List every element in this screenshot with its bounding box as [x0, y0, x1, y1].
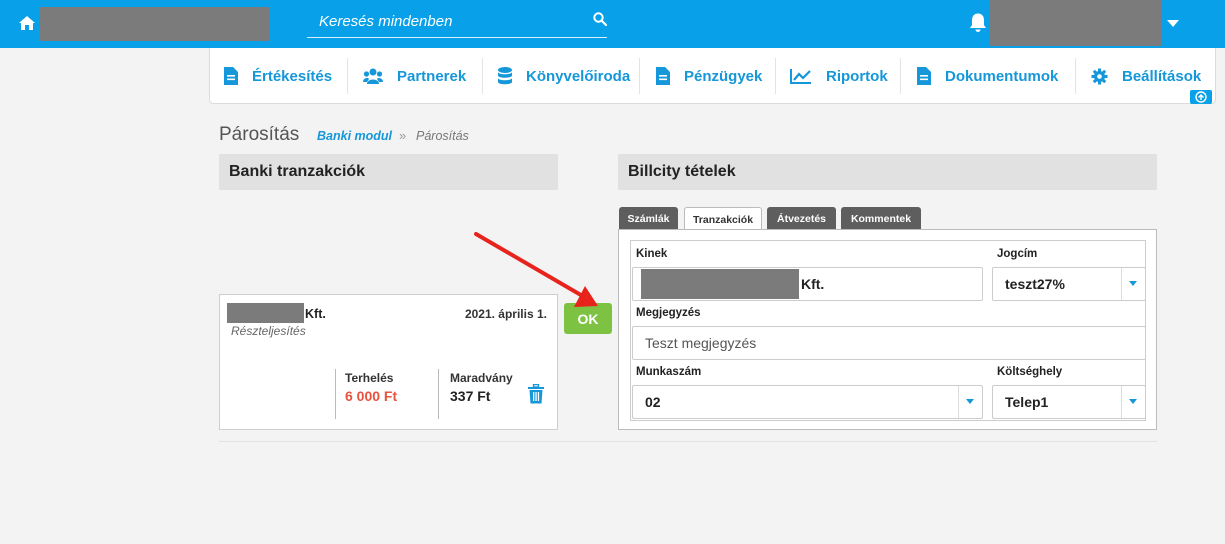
- tab-content: Kinek Kft. Jogcím teszt27% Megjegyzés Te…: [618, 229, 1157, 430]
- search-input[interactable]: Keresés mindenben: [319, 13, 452, 30]
- breadcrumb-link-banki-modul[interactable]: Banki modul: [317, 129, 392, 143]
- chart-line-icon: [790, 69, 811, 84]
- nav-label: Értékesítés: [252, 67, 333, 85]
- trash-icon[interactable]: [528, 384, 544, 404]
- divider: [335, 369, 336, 419]
- redacted-company-name: [40, 7, 270, 41]
- search-field[interactable]: Keresés mindenben: [307, 6, 607, 38]
- main-nav: Értékesítés Partnerek Könyvelőiroda Pénz…: [209, 48, 1216, 104]
- koltseghely-select[interactable]: Telep1: [992, 385, 1146, 419]
- jogcim-value: teszt27%: [1005, 276, 1065, 292]
- tab-tranzakciok[interactable]: Tranzakciók: [684, 207, 762, 231]
- transaction-form: Kinek Kft. Jogcím teszt27% Megjegyzés Te…: [630, 240, 1146, 421]
- redacted-partner-name: [227, 303, 304, 323]
- kinek-field[interactable]: Kft.: [632, 267, 983, 301]
- nav-item-konyveloiroda[interactable]: Könyvelőiroda: [498, 48, 630, 104]
- chevron-down-icon[interactable]: [1167, 20, 1179, 27]
- divider: [639, 58, 640, 94]
- remaining-label: Maradvány: [450, 371, 513, 385]
- charge-label: Terhelés: [345, 371, 394, 385]
- nav-label: Pénzügyek: [684, 67, 763, 85]
- nav-item-dokumentumok[interactable]: Dokumentumok: [917, 48, 1058, 104]
- nav-item-partnerek[interactable]: Partnerek: [363, 48, 466, 104]
- billcity-items-header: Billcity tételek: [618, 154, 1157, 190]
- gear-icon: [1091, 68, 1108, 84]
- koltseghely-label: Költséghely: [997, 366, 1063, 378]
- nav-label: Partnerek: [397, 67, 467, 85]
- document-icon: [224, 67, 238, 85]
- nav-item-ertekesites[interactable]: Értékesítés: [224, 48, 332, 104]
- breadcrumb-separator: »: [399, 128, 407, 143]
- kinek-value: Kft.: [801, 276, 825, 292]
- chevron-down-icon[interactable]: [1121, 268, 1145, 300]
- kinek-label: Kinek: [636, 248, 668, 260]
- transaction-partner: Kft.: [305, 307, 326, 321]
- divider: [219, 441, 1157, 442]
- munkaszam-select[interactable]: 02: [632, 385, 983, 419]
- database-icon: [498, 67, 512, 85]
- divider: [1075, 58, 1076, 94]
- megjegyzes-label: Megjegyzés: [636, 307, 701, 319]
- divider: [775, 58, 776, 94]
- tab-szamlak[interactable]: Számlák: [619, 207, 678, 230]
- nav-label: Könyvelőiroda: [526, 67, 631, 85]
- arrow-up-circle-icon: [1195, 91, 1207, 103]
- document-icon: [656, 67, 670, 85]
- munkaszam-label: Munkaszám: [636, 366, 702, 378]
- chevron-down-icon[interactable]: [1121, 386, 1145, 418]
- nav-label: Dokumentumok: [945, 67, 1059, 85]
- page-title: Párosítás: [219, 124, 300, 145]
- divider: [347, 58, 348, 94]
- collapse-nav-icon[interactable]: [1190, 90, 1212, 104]
- tab-atvezetes[interactable]: Átvezetés: [767, 207, 836, 230]
- nav-label: Beállítások: [1122, 67, 1202, 85]
- remaining-value: 337 Ft: [450, 388, 491, 404]
- nav-label: Riportok: [826, 67, 888, 85]
- home-icon[interactable]: [18, 14, 36, 32]
- jogcim-select[interactable]: teszt27%: [992, 267, 1146, 301]
- bell-icon[interactable]: [968, 12, 988, 34]
- jogcim-label: Jogcím: [997, 248, 1038, 260]
- divider: [482, 58, 483, 94]
- transaction-status: Részteljesítés: [231, 324, 306, 338]
- chevron-down-icon[interactable]: [958, 386, 982, 418]
- transaction-card[interactable]: Kft. Részteljesítés 2021. április 1. Ter…: [219, 294, 558, 430]
- users-icon: [363, 68, 383, 84]
- tab-kommentek[interactable]: Kommentek: [841, 207, 921, 230]
- nav-item-riportok[interactable]: Riportok: [790, 48, 888, 104]
- nav-item-beallitasok[interactable]: Beállítások: [1091, 48, 1201, 104]
- nav-item-penzugyek[interactable]: Pénzügyek: [656, 48, 762, 104]
- munkaszam-value: 02: [645, 394, 661, 410]
- top-bar: Keresés mindenben: [0, 0, 1225, 48]
- redacted-recipient-name: [641, 269, 799, 299]
- divider: [900, 58, 901, 94]
- koltseghely-value: Telep1: [1005, 394, 1049, 410]
- bank-transactions-header: Banki tranzakciók: [219, 154, 558, 190]
- divider: [438, 369, 439, 419]
- megjegyzes-input[interactable]: Teszt megjegyzés: [632, 326, 1146, 360]
- charge-value: 6 000 Ft: [345, 388, 398, 404]
- megjegyzes-value: Teszt megjegyzés: [645, 335, 757, 351]
- breadcrumb-current: Párosítás: [416, 129, 469, 143]
- red-arrow-annotation: [474, 232, 598, 307]
- document-icon: [917, 67, 931, 85]
- redacted-user-name[interactable]: [990, 0, 1162, 46]
- search-icon[interactable]: [593, 12, 607, 26]
